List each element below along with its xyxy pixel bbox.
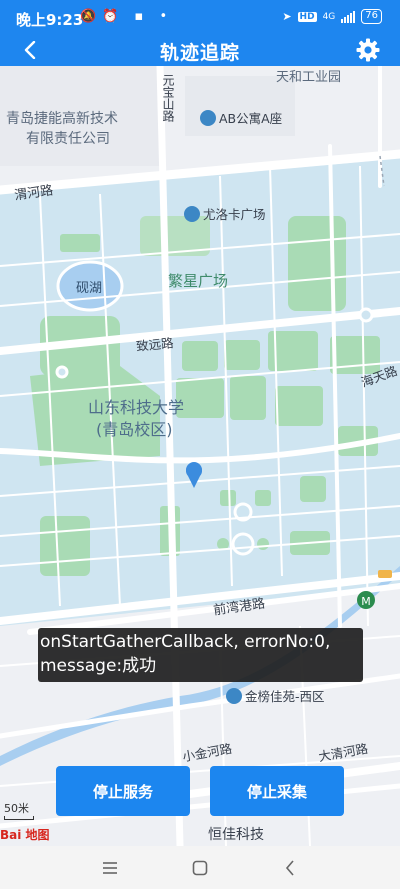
location-icon: ➤ [282,10,292,23]
network-badge: HD [297,11,317,22]
map-label-yanhu: 砚湖 [76,281,103,296]
battery-level: 76 [365,10,378,21]
status-bar: 晚上9:23 🔕⏰ ▪ • ➤ HD 4G 76 [0,0,400,36]
building-icon [200,110,216,126]
home-nav-icon[interactable] [180,854,220,882]
status-indicators: ➤ HD 4G 76 [282,9,382,24]
map-label-zhiyuan-road: 致远路 [135,335,175,354]
map-label-sdust-1: 山东科技大学 [88,398,185,417]
system-nav-bar [0,846,400,889]
gear-icon[interactable] [354,36,382,64]
map-label-yuanbao-road: 元宝山路 [161,74,175,122]
battery-icon: 76 [361,9,382,24]
map-label-jieneng-1: 青岛捷能高新技术 [6,111,118,127]
back-nav-icon[interactable] [270,854,310,882]
map-scale-bar [4,816,34,820]
map-label-jinbang-text: 金榜佳苑-西区 [245,689,325,704]
building-icon [226,688,242,704]
map-view[interactable]: M 天和工业园 元宝山路 青岛捷能高新技术 有限责任公司 AB公寓A座 渭河路 … [0,66,400,846]
map-scale-label: 50米 [4,802,29,815]
map-label-tianhe: 天和工业园 [276,70,342,85]
app-bar: 轨迹追踪 [0,36,400,66]
map-label-jinbang: 金榜佳苑-西区 [226,686,325,705]
map-label-fanxing: 繁星广场 [168,272,229,290]
map-label-ab-apartment: AB公寓A座 [200,108,282,127]
baidu-map-logo: Bai 地图 [0,828,50,842]
page-title: 轨迹追踪 [159,42,240,64]
map-label-youluoka: 尤洛卡广场 [184,204,266,223]
stop-gather-button[interactable]: 停止采集 [210,766,344,816]
status-time: 晚上9:23 [16,11,84,29]
signal-label: 4G [322,11,336,22]
signal-icon [341,10,356,23]
map-label-sdust-2: (青岛校区) [96,420,173,439]
building-icon [184,206,200,222]
map-label-ab-apartment-text: AB公寓A座 [219,111,283,126]
screen: 晚上9:23 🔕⏰ ▪ • ➤ HD 4G 76 轨迹追踪 M 天和工业园 元宝… [0,0,400,889]
map-label-youluoka-text: 尤洛卡广场 [203,207,266,222]
map-label-jieneng-2: 有限责任公司 [26,131,110,147]
map-canvas: M [0,66,400,846]
svg-text:M: M [361,595,371,608]
stop-service-button[interactable]: 停止服务 [56,766,190,816]
notification-icons: 🔕⏰ ▪ • [80,9,174,24]
callback-toast: onStartGatherCallback, errorNo:0, messag… [38,628,363,682]
menu-nav-icon[interactable] [90,854,130,882]
map-label-hengjia: 恒佳科技 [208,827,264,843]
